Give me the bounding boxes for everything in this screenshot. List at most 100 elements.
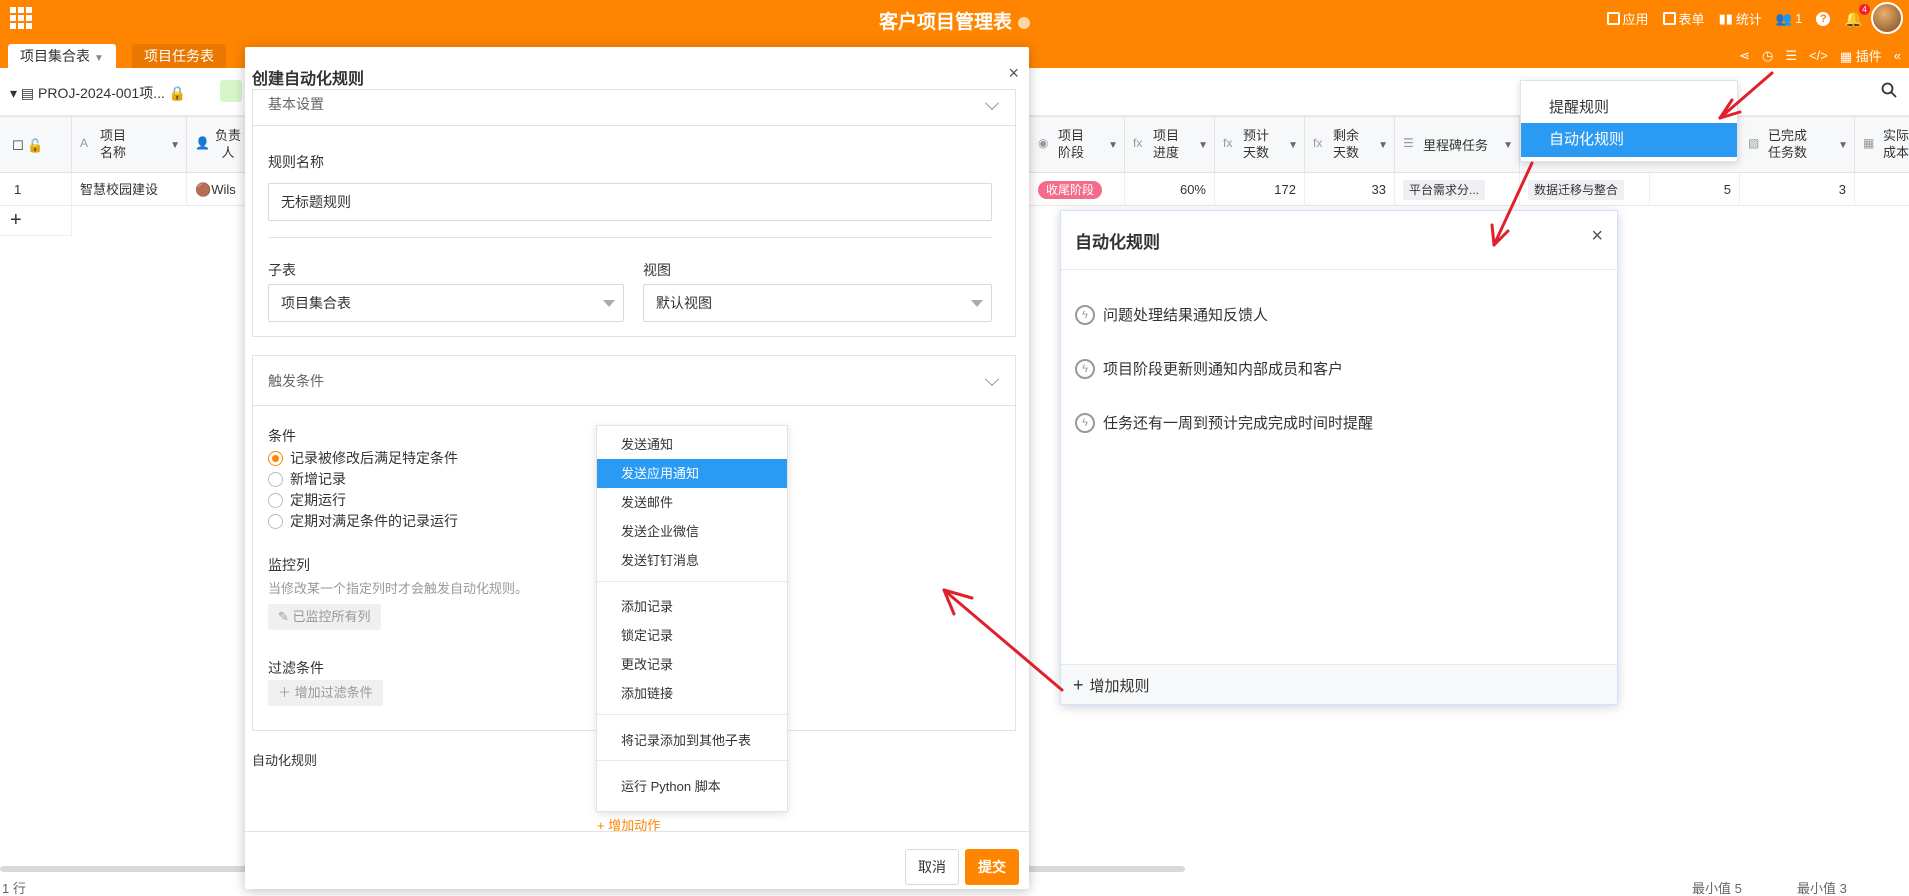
avatar[interactable] <box>1871 2 1903 34</box>
tab-project-tasks[interactable]: 项目任务表 <box>132 44 226 68</box>
rule-item[interactable]: ϟ 项目阶段更新则通知内部成员和客户 <box>1075 358 1343 379</box>
condition-option-modified[interactable]: 记录被修改后满足特定条件 <box>268 448 458 468</box>
rule-item[interactable]: ϟ 问题处理结果通知反馈人 <box>1075 304 1268 325</box>
chevron-down-icon: ▼ <box>170 140 180 151</box>
condition-option-scheduled[interactable]: 定期运行 <box>268 490 346 510</box>
view-select[interactable]: 默认视图 <box>643 284 992 322</box>
cell-stage[interactable]: 收尾阶段 <box>1030 173 1125 206</box>
row-count: 1 行 <box>2 881 26 896</box>
monitor-all-columns-button[interactable]: ✎ 已监控所有列 <box>268 604 381 630</box>
user-field-icon: 👤 <box>195 136 210 150</box>
menu-item-add-to-subtable[interactable]: 将记录添加到其他子表 <box>597 726 787 755</box>
dialog-title: 创建自动化规则 <box>252 71 365 88</box>
form-button[interactable]: 表单 <box>1662 9 1705 28</box>
col-header-milestone[interactable]: ☰ 里程碑任务 ▼ <box>1395 117 1520 174</box>
condition-option-new-record[interactable]: 新增记录 <box>268 469 346 489</box>
section-header[interactable]: 触发条件 <box>253 356 1015 406</box>
menu-item-send-email[interactable]: 发送邮件 <box>597 488 787 517</box>
cell-name[interactable]: 智慧校园建设 <box>72 173 187 206</box>
chevron-down-icon <box>971 300 983 307</box>
search-icon[interactable] <box>1881 82 1897 98</box>
rule-item[interactable]: ϟ 任务还有一周到预计完成完成时间时提醒 <box>1075 412 1373 433</box>
milestone-tag: 平台需求分... <box>1403 180 1486 200</box>
subtable-label: 子表 <box>268 262 296 278</box>
col-header-plan-days[interactable]: fx 预计 天数 ▼ <box>1215 117 1305 174</box>
formula-icon: fx <box>1133 136 1143 150</box>
col-header-remain-days[interactable]: fx 剩余 天数 ▼ <box>1305 117 1395 174</box>
share-icon[interactable]: ⋖ <box>1739 48 1750 64</box>
expand-icon[interactable]: « <box>1894 48 1901 63</box>
menu-item-update-record[interactable]: 更改记录 <box>597 650 787 679</box>
divider <box>268 237 992 238</box>
col-header-owner[interactable]: 👤 负责 人 <box>187 117 247 174</box>
menu-divider <box>597 760 787 761</box>
menu-item-send-app-notification[interactable]: 发送应用通知 <box>597 459 787 488</box>
menu-item-add-record[interactable]: 添加记录 <box>597 592 787 621</box>
cell-milestone[interactable]: 平台需求分... <box>1395 173 1520 206</box>
apps-grid-icon[interactable] <box>8 5 32 29</box>
add-rule-button[interactable]: + 增加规则 <box>1061 664 1617 704</box>
cancel-button[interactable]: 取消 <box>905 849 959 885</box>
milestone-tag: 数据迁移与整合 <box>1528 180 1625 200</box>
pencil-icon: ✎ <box>278 609 293 624</box>
menu-item-send-dingtalk[interactable]: 发送钉钉消息 <box>597 546 787 575</box>
apps-button[interactable]: 应用 <box>1606 9 1649 28</box>
cell-milestone-2[interactable]: 数据迁移与整合 <box>1520 173 1650 206</box>
menu-item-lock-record[interactable]: 锁定记录 <box>597 621 787 650</box>
cell-owner[interactable]: 🟤Wils <box>187 173 247 206</box>
chevron-down-icon: ▼ <box>1288 140 1298 151</box>
col-header-actual-cost[interactable]: ▦ 实际 成本 <box>1855 117 1909 174</box>
section-header[interactable]: 基本设置 <box>253 90 1015 126</box>
condition-option-scheduled-filtered[interactable]: 定期对满足条件的记录运行 <box>268 511 458 531</box>
action-type-menu: 发送通知 发送应用通知 发送邮件 发送企业微信 发送钉钉消息 添加记录 锁定记录… <box>596 425 788 812</box>
menu-item-send-notification[interactable]: 发送通知 <box>597 430 787 459</box>
rule-name-input[interactable]: 无标题规则 <box>268 183 992 221</box>
col-header-name[interactable]: A 项目 名称 ▼ <box>72 117 187 174</box>
add-row-button[interactable]: + <box>0 206 72 236</box>
row-index: 1 <box>0 173 72 206</box>
notification-badge: 4 <box>1859 3 1870 15</box>
menu-item-send-wecom[interactable]: 发送企业微信 <box>597 517 787 546</box>
close-icon[interactable]: × <box>1008 63 1019 84</box>
bell-icon[interactable]: 🔔 4 <box>1844 3 1870 28</box>
min-value-1: 最小值 5 <box>1692 881 1742 896</box>
plus-icon: + <box>1073 675 1084 695</box>
close-icon[interactable]: × <box>1591 225 1603 248</box>
chevron-down-icon: ▼ <box>1503 140 1513 151</box>
help-icon[interactable]: ? <box>1816 11 1831 26</box>
stats-button[interactable]: ▮▮ 统计 <box>1719 9 1762 28</box>
col-header-done-tasks[interactable]: ▧ 已完成 任务数 ▼ <box>1740 117 1855 174</box>
view-selector[interactable]: ▾ ▤ PROJ-2024-001项... 🔒 <box>10 83 186 103</box>
code-icon[interactable]: </> <box>1809 48 1828 63</box>
tab-project-collection[interactable]: 项目集合表 ▼ <box>8 44 116 68</box>
cell-plan-days[interactable]: 172 <box>1215 173 1305 206</box>
filter-icon[interactable] <box>220 80 242 102</box>
min-value-2: 最小值 3 <box>1797 881 1847 896</box>
select-all-header[interactable]: ☐ 🔓 <box>0 117 72 174</box>
menu-item-run-python[interactable]: 运行 Python 脚本 <box>597 772 787 801</box>
radio-checked-icon <box>268 450 283 466</box>
chevron-down-icon: ▼ <box>1378 140 1388 151</box>
cell-remain-days[interactable]: 33 <box>1305 173 1395 206</box>
cell-done-tasks[interactable]: 3 <box>1740 173 1855 206</box>
link-field-icon: ☰ <box>1403 136 1414 150</box>
menu-divider <box>597 714 787 715</box>
users-icon: 👥 <box>1775 10 1793 26</box>
subtable-select[interactable]: 项目集合表 <box>268 284 624 322</box>
cell-progress[interactable]: 60% <box>1125 173 1215 206</box>
menu-item-add-link[interactable]: 添加链接 <box>597 679 787 708</box>
cell-count[interactable]: 5 <box>1650 173 1740 206</box>
add-filter-button[interactable]: ＋ 增加过滤条件 <box>268 680 383 706</box>
plugins-button[interactable]: ▦ 插件 <box>1840 46 1882 65</box>
history-icon[interactable]: ◷ <box>1762 48 1773 64</box>
chevron-down-icon: ▼ <box>1838 140 1848 151</box>
menu-item-reminder-rules[interactable]: 提醒规则 <box>1521 91 1737 125</box>
col-header-stage[interactable]: ◉ 项目 阶段 ▼ <box>1030 117 1125 174</box>
panel-title: 自动化规则 <box>1075 233 1160 252</box>
divider <box>245 831 1029 832</box>
members-button[interactable]: 👥 1 <box>1776 11 1802 27</box>
col-header-progress[interactable]: fx 项目 进度 ▼ <box>1125 117 1215 174</box>
submit-button[interactable]: 提交 <box>965 849 1019 885</box>
menu-item-automation-rules[interactable]: 自动化规则 <box>1521 123 1737 157</box>
settings-sliders-icon[interactable]: ☰ <box>1785 48 1797 64</box>
